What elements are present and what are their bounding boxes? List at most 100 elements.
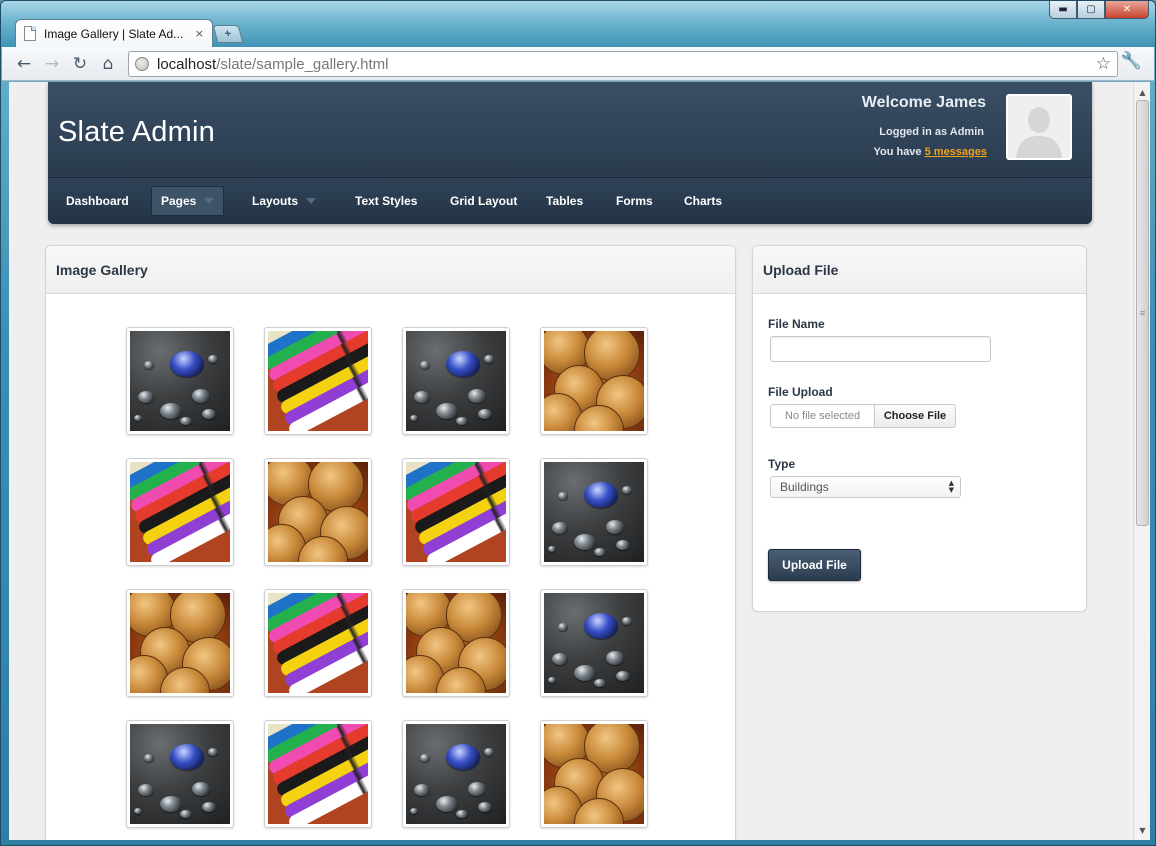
- messages-link[interactable]: 5 messages: [925, 146, 987, 158]
- water-drop: [160, 403, 182, 419]
- wrench-icon[interactable]: 🔧: [1121, 51, 1142, 71]
- chevron-down-icon: [306, 198, 317, 204]
- gallery-thumbnail-crayons[interactable]: [264, 720, 372, 828]
- gallery-thumbnail-coins[interactable]: [540, 720, 648, 828]
- gallery-thumbnail-water[interactable]: [126, 720, 234, 828]
- water-drop: [202, 802, 216, 812]
- water-drop: [552, 522, 568, 534]
- home-icon[interactable]: ⌂: [94, 50, 122, 78]
- select-arrows-icon: ▲ ▼: [948, 479, 954, 494]
- water-drop: [584, 613, 618, 639]
- crayons-image: [268, 331, 368, 431]
- nav-item-layouts[interactable]: Layouts: [243, 186, 325, 216]
- main-nav: Dashboard Pages Layouts Text Styles Grid Lay…: [48, 177, 1092, 224]
- logged-in-text: Logged in as Admin: [879, 126, 984, 138]
- image-gallery-panel: Image Gallery: [45, 245, 736, 840]
- coins-image: [130, 593, 230, 693]
- nav-item-tables[interactable]: Tables: [537, 186, 592, 216]
- nav-item-forms[interactable]: Forms: [607, 186, 662, 216]
- browser-tab[interactable]: Image Gallery | Slate Ad... ×: [15, 19, 213, 47]
- water-drop: [552, 653, 568, 665]
- messages-line: You have 5 messages: [873, 146, 987, 158]
- coins-image: [268, 462, 368, 562]
- crayons-image: [268, 593, 368, 693]
- choose-file-button[interactable]: Choose File: [874, 405, 955, 427]
- avatar[interactable]: [1006, 94, 1072, 160]
- water-drop: [606, 520, 624, 534]
- file-upload-label: File Upload: [768, 385, 833, 399]
- water-drop: [202, 409, 216, 419]
- scroll-up-icon[interactable]: ▲: [1134, 84, 1151, 100]
- water-drop: [170, 351, 204, 377]
- file-name-input[interactable]: [770, 336, 991, 362]
- gallery-thumbnail-coins[interactable]: [540, 327, 648, 435]
- tab-close-icon[interactable]: ×: [195, 27, 204, 40]
- tab-title: Image Gallery | Slate Ad...: [44, 26, 184, 41]
- address-bar[interactable]: localhost/slate/sample_gallery.html ☆: [128, 51, 1118, 77]
- gallery-thumbnail-crayons[interactable]: [126, 458, 234, 566]
- gallery-thumbnail-coins[interactable]: [126, 589, 234, 697]
- scroll-down-icon[interactable]: ▼: [1134, 822, 1151, 838]
- upload-file-button[interactable]: Upload File: [768, 549, 861, 581]
- water-drop: [180, 810, 192, 818]
- gallery-thumbnail-water[interactable]: [540, 458, 648, 566]
- water-drop: [484, 355, 494, 363]
- gallery-thumbnail-crayons[interactable]: [264, 327, 372, 435]
- nav-item-label: Grid Layout: [450, 194, 518, 208]
- minimize-icon[interactable]: ▬: [1049, 1, 1077, 19]
- water-drop: [446, 744, 480, 770]
- nav-item-grid-layout[interactable]: Grid Layout: [441, 186, 526, 216]
- back-icon[interactable]: ←: [10, 50, 38, 78]
- star-icon[interactable]: ☆: [1096, 54, 1111, 74]
- water-image: [130, 724, 230, 824]
- scroll-thumb[interactable]: ≡: [1136, 100, 1149, 526]
- browser-toolbar: ← → ↻ ⌂ localhost/slate/sample_gallery.h…: [2, 47, 1154, 81]
- water-drop: [468, 389, 486, 403]
- welcome-text: Welcome James: [861, 94, 986, 111]
- water-image: [406, 331, 506, 431]
- new-tab-button[interactable]: +: [212, 25, 244, 43]
- water-image: [130, 331, 230, 431]
- water-drop: [436, 796, 458, 812]
- water-drop: [446, 351, 480, 377]
- gallery-thumbnail-crayons[interactable]: [264, 589, 372, 697]
- crayons-image: [406, 462, 506, 562]
- nav-item-pages[interactable]: Pages: [151, 186, 225, 216]
- water-drop: [436, 403, 458, 419]
- water-drop: [622, 617, 632, 625]
- gallery-thumbnail-water[interactable]: [540, 589, 648, 697]
- water-drop: [160, 796, 182, 812]
- maximize-icon[interactable]: ▢: [1077, 1, 1105, 19]
- gallery-thumbnail-water[interactable]: [126, 327, 234, 435]
- nav-item-label: Dashboard: [66, 194, 129, 208]
- site-title[interactable]: Slate Admin: [58, 116, 215, 149]
- gallery-thumbnail-water[interactable]: [402, 720, 510, 828]
- file-upload-field[interactable]: No file selected Choose File: [770, 404, 956, 428]
- water-drop: [180, 417, 192, 425]
- upload-panel-title: Upload File: [753, 246, 1086, 294]
- water-drop: [574, 534, 596, 550]
- water-drop: [456, 810, 468, 818]
- water-drop: [484, 748, 494, 756]
- nav-item-dashboard[interactable]: Dashboard: [57, 186, 138, 216]
- nav-item-text-styles[interactable]: Text Styles: [346, 186, 426, 216]
- nav-item-label: Tables: [546, 194, 584, 208]
- water-drop: [456, 417, 468, 425]
- gallery-thumbnail-coins[interactable]: [402, 589, 510, 697]
- water-drop: [558, 492, 568, 500]
- browser-window: ▬ ▢ ✕ Image Gallery | Slate Ad... × + ← …: [0, 0, 1156, 846]
- forward-icon[interactable]: →: [38, 50, 66, 78]
- vertical-scrollbar[interactable]: ▲ ≡ ▼: [1133, 82, 1150, 840]
- water-drop: [414, 784, 430, 796]
- water-drop: [574, 665, 596, 681]
- type-select[interactable]: Buildings ▲ ▼: [770, 476, 961, 498]
- gallery-thumbnail-water[interactable]: [402, 327, 510, 435]
- reload-icon[interactable]: ↻: [66, 50, 94, 78]
- water-drop: [414, 391, 430, 403]
- globe-icon: [135, 57, 149, 71]
- nav-item-charts[interactable]: Charts: [675, 186, 731, 216]
- nav-item-label: Layouts: [252, 194, 299, 208]
- close-window-icon[interactable]: ✕: [1105, 1, 1149, 19]
- gallery-thumbnail-coins[interactable]: [264, 458, 372, 566]
- gallery-thumbnail-crayons[interactable]: [402, 458, 510, 566]
